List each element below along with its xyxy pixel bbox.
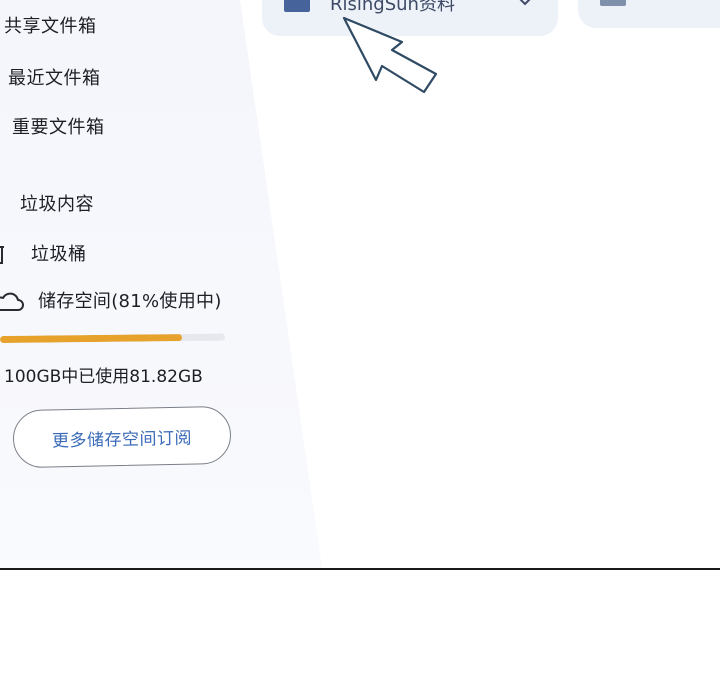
sidebar-item-label: 共享文件箱 [4, 16, 97, 37]
storage-label: 储存空间(81%使用中) [38, 291, 222, 312]
folder-card[interactable] [578, 0, 720, 28]
sidebar-item-spam[interactable]: 垃圾内容 [20, 190, 94, 216]
folder-icon [284, 0, 310, 12]
chevron-down-icon[interactable] [518, 0, 532, 11]
sidebar-item-recent[interactable]: 最近文件箱 [8, 64, 101, 90]
sidebar-item-label: 最近文件箱 [8, 68, 101, 89]
pointer-cursor-icon [340, 14, 440, 100]
screen: 共享文件箱 最近文件箱 重要文件箱 垃圾内容 垃圾桶 储存空间(81%使用中) … [0, 0, 720, 700]
sidebar-item-important[interactable]: 重要文件箱 [12, 113, 105, 139]
sidebar-item-label: 垃圾桶 [31, 244, 87, 265]
trash-icon [0, 243, 8, 270]
sidebar-item-shared[interactable]: 共享文件箱 [4, 12, 97, 38]
sidebar-item-trash[interactable]: 垃圾桶 [0, 240, 120, 266]
upgrade-storage-button[interactable]: 更多储存空间订阅 [12, 405, 232, 469]
folder-icon [600, 0, 626, 6]
sidebar-item-label: 重要文件箱 [12, 117, 105, 138]
sidebar-item-label: 垃圾内容 [20, 194, 94, 215]
divider [0, 568, 720, 570]
storage-detail: 100GB中已使用81.82GB [4, 367, 203, 387]
cloud-icon [0, 290, 24, 318]
